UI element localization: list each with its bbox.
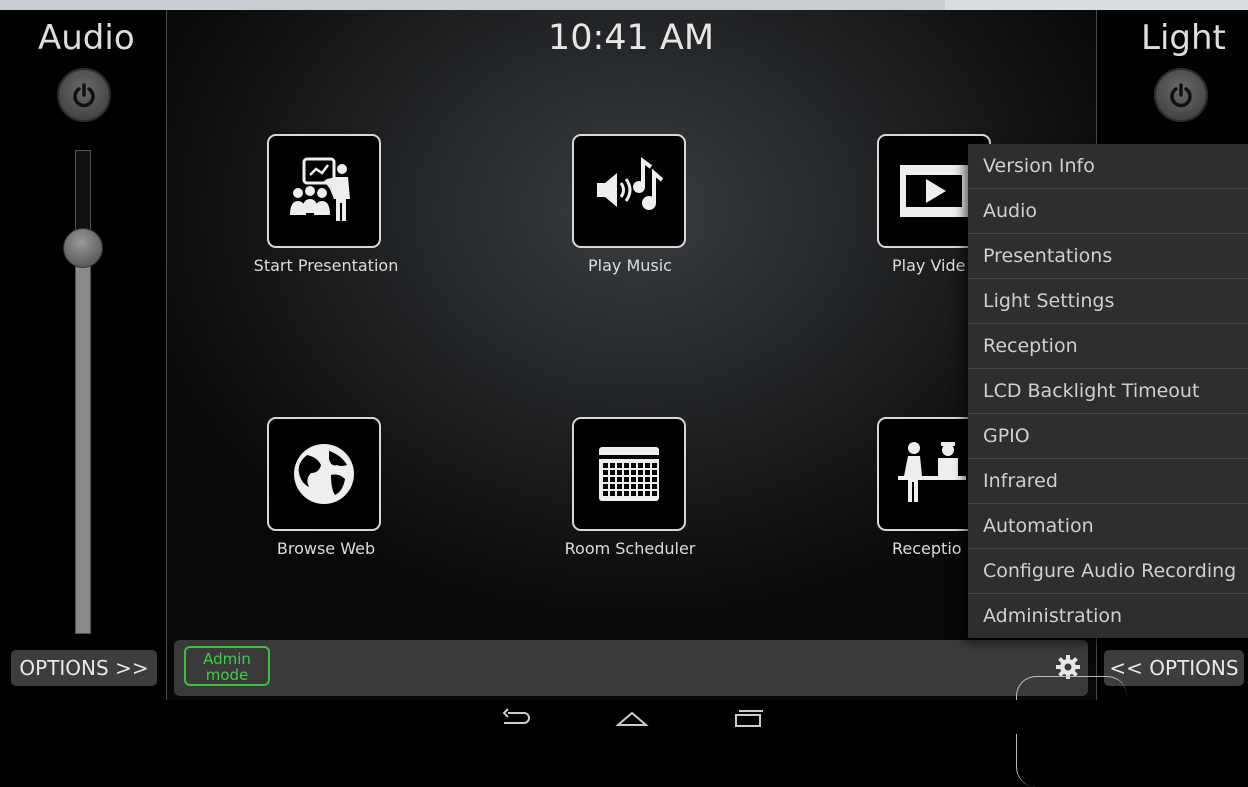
menu-item-administration[interactable]: Administration <box>968 594 1248 638</box>
bottom-bar: Admin mode <box>174 640 1088 696</box>
light-power-button[interactable] <box>1154 68 1208 122</box>
globe-icon <box>294 444 354 504</box>
presentation-icon <box>290 157 350 221</box>
menu-item-automation[interactable]: Automation <box>968 504 1248 549</box>
menu-item-version-info[interactable]: Version Info <box>968 144 1248 189</box>
room-scheduler-tile[interactable] <box>572 417 686 531</box>
admin-mode-button[interactable]: Admin mode <box>184 646 270 686</box>
audio-power-button[interactable] <box>57 68 111 122</box>
menu-item-infrared[interactable]: Infrared <box>968 459 1248 504</box>
top-status-strip <box>0 0 945 10</box>
browse-web-label: Browse Web <box>276 539 376 558</box>
reception-icon <box>898 442 966 502</box>
power-icon <box>1170 83 1192 108</box>
calendar-icon <box>599 447 659 501</box>
music-icon <box>597 157 664 210</box>
menu-item-gpio[interactable]: GPIO <box>968 414 1248 459</box>
play-video-label: Play Vide <box>892 256 966 275</box>
power-icon <box>73 83 95 108</box>
audio-title: Audio <box>38 18 135 58</box>
audio-options-button[interactable]: OPTIONS >> <box>11 650 157 686</box>
back-icon[interactable] <box>500 708 534 728</box>
top-status-strip-right <box>945 0 1248 10</box>
menu-item-presentations[interactable]: Presentations <box>968 234 1248 279</box>
settings-menu: Version Info Audio Presentations Light Sett… <box>968 144 1248 638</box>
menu-item-reception[interactable]: Reception <box>968 324 1248 369</box>
volume-slider-track[interactable] <box>75 150 91 634</box>
volume-slider-thumb[interactable] <box>63 227 103 268</box>
volume-slider-fill <box>76 247 90 633</box>
light-options-button[interactable]: << OPTIONS <box>1104 650 1244 686</box>
admin-mode-line2: mode <box>205 666 249 684</box>
recent-apps-icon[interactable] <box>732 708 766 728</box>
start-presentation-label: Start Presentation <box>253 256 399 275</box>
admin-mode-line1: Admin <box>203 650 251 668</box>
light-title: Light <box>1141 18 1226 58</box>
menu-item-configure-audio-recording[interactable]: Configure Audio Recording <box>968 549 1248 594</box>
room-scheduler-label: Room Scheduler <box>564 539 696 558</box>
android-nav-bar <box>0 700 1248 734</box>
main-area <box>166 10 1096 700</box>
clock: 10:41 AM <box>547 18 715 58</box>
menu-item-light-settings[interactable]: Light Settings <box>968 279 1248 324</box>
audio-panel: Audio OPTIONS >> <box>0 10 167 700</box>
video-icon <box>900 165 968 217</box>
play-music-tile[interactable] <box>572 134 686 248</box>
reception-label: Receptio <box>892 539 962 558</box>
play-music-label: Play Music <box>588 256 672 275</box>
menu-item-audio[interactable]: Audio <box>968 189 1248 234</box>
home-icon[interactable] <box>615 708 649 728</box>
browse-web-tile[interactable] <box>267 417 381 531</box>
menu-item-lcd-backlight-timeout[interactable]: LCD Backlight Timeout <box>968 369 1248 414</box>
start-presentation-tile[interactable] <box>267 134 381 248</box>
